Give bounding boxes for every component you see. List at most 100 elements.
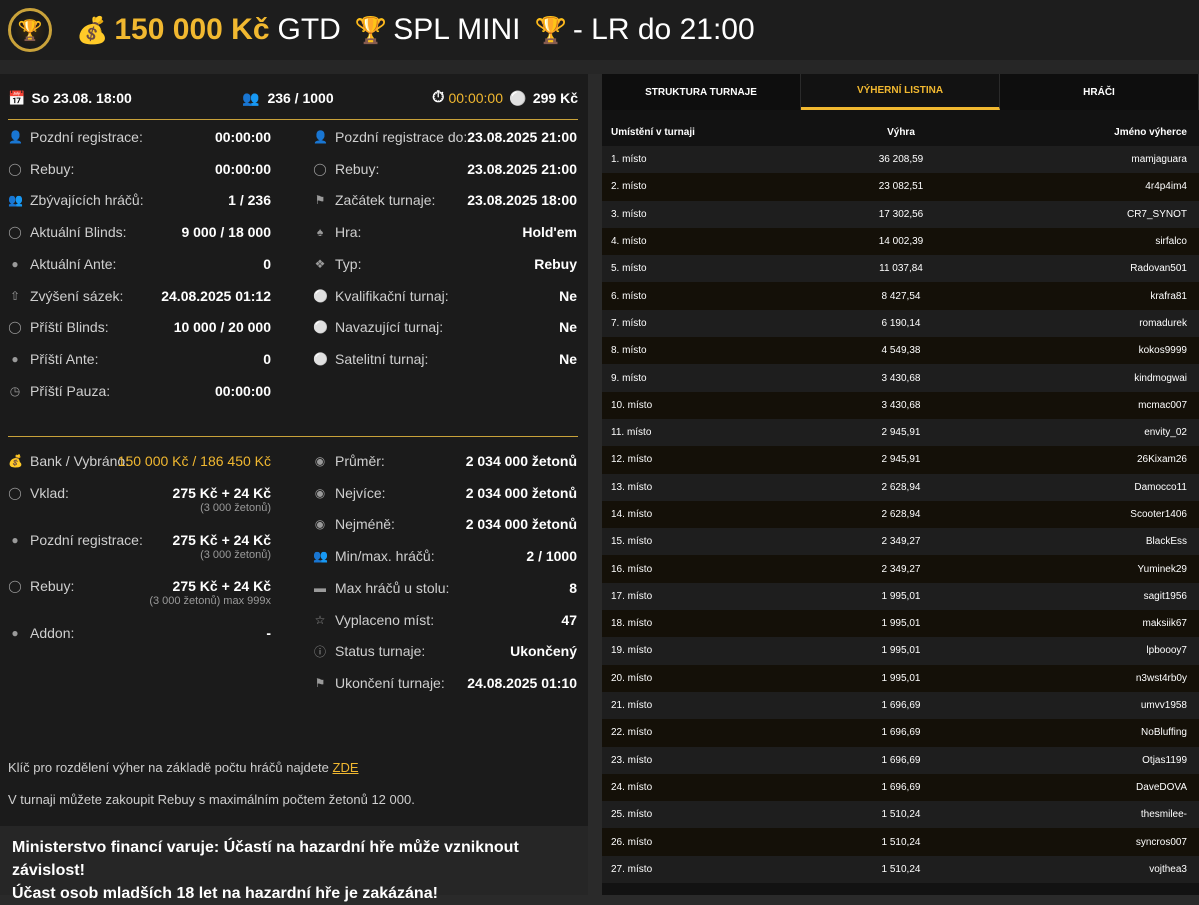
summary-bar: 📅 So 23.08. 18:00 👥 236 / 1000 ⏱ 00:00:0… xyxy=(8,88,578,108)
tab-bar: STRUKTURA TURNAJE VÝHERNÍ LISTINA HRÁČI xyxy=(602,74,1199,110)
title-suffix: - LR do 21:00 xyxy=(572,13,755,46)
date-item: 📅 So 23.08. 18:00 xyxy=(8,90,132,107)
info-value: Hold'em xyxy=(522,224,577,241)
info-label: Zbývajících hráčů: xyxy=(30,192,144,209)
timer-item: ⏱ 00:00:00 xyxy=(432,89,503,107)
payout-key-link[interactable]: ZDE xyxy=(333,760,359,775)
info-row: ◯ Rebuy: 275 Kč + 24 Kč xyxy=(8,576,271,596)
prize-cell: 1 510,24 xyxy=(881,863,921,875)
info-value: 9 000 / 18 000 xyxy=(181,224,271,241)
info-label: Addon: xyxy=(30,625,75,641)
place-cell: 14. místo xyxy=(611,509,653,520)
table-row: 26. místo 1 510,24 syncros007 xyxy=(602,828,1199,856)
place-cell: 1. místo xyxy=(611,154,647,166)
payouts-table-body: 1. místo 36 208,59 mamjaguara 2. místo 23 08… xyxy=(602,146,1199,884)
prize-cell: 1 696,69 xyxy=(881,727,921,739)
info-row: ◯ Rebuy: 00:00:00 xyxy=(8,159,271,179)
prize-cell: 3 430,68 xyxy=(881,399,921,411)
info-value: 0 xyxy=(263,350,271,367)
table-row: 9. místo 3 430,68 kindmogwai xyxy=(602,364,1199,392)
info-row: ◯ Příští Blinds: 10 000 / 20 000 xyxy=(8,317,271,337)
winner-cell: n3wst4rb0y xyxy=(1135,672,1187,684)
buyin-value: 299 Kč xyxy=(532,90,578,106)
col-place-header: Umístění v turnaji xyxy=(611,126,695,138)
info-label: Začátek turnaje: xyxy=(335,192,436,209)
start-date: So 23.08. 18:00 xyxy=(31,90,132,106)
table-row: 19. místo 1 995,01 lpboooy7 xyxy=(602,637,1199,665)
info-value: 24.08.2025 01:12 xyxy=(161,287,271,304)
results-panel: STRUKTURA TURNAJE VÝHERNÍ LISTINA HRÁČI … xyxy=(602,74,1199,895)
header-divider xyxy=(0,60,1199,74)
table-row: 6. místo 8 427,54 krafra81 xyxy=(602,282,1199,310)
winner-cell: Scooter1406 xyxy=(1130,509,1187,520)
prize-cell: 2 945,91 xyxy=(881,427,921,439)
place-cell: 4. místo xyxy=(611,236,647,248)
info-row: 👤 Pozdní registrace do: 23.08.2025 21:00 xyxy=(313,127,577,147)
info-row: ⚪ Kvalifikační turnaj: Ne xyxy=(313,286,577,306)
prize-cell: 4 549,38 xyxy=(881,345,921,357)
prize-cell: 2 945,91 xyxy=(881,454,921,466)
user-icon: 👤 xyxy=(8,130,23,144)
tab-players[interactable]: HRÁČI xyxy=(1000,74,1199,110)
place-cell: 26. místo xyxy=(611,836,653,848)
info-row: 👥 Min/max. hráčů: 2 / 1000 xyxy=(313,546,577,566)
winner-cell: BlackEss xyxy=(1145,536,1187,548)
coin-icon: ● xyxy=(11,533,19,547)
place-cell: 25. místo xyxy=(611,809,653,821)
table-row: 2. místo 23 082,51 4r4p4im4 xyxy=(602,173,1199,201)
table-row: 15. místo 2 349,27 BlackEss xyxy=(602,528,1199,556)
table-row: 4. místo 14 002,39 sirfalco xyxy=(602,227,1199,256)
trophy-icon: 🏆 xyxy=(354,14,388,45)
winner-cell: sagit1956 xyxy=(1143,590,1187,602)
info-value: Ne xyxy=(559,350,577,367)
prize-cell: 1 995,01 xyxy=(881,672,921,684)
table-row: 13. místo 2 628,94 Damocco11 xyxy=(602,473,1199,501)
info-value: 47 xyxy=(561,611,577,628)
tab-payouts[interactable]: VÝHERNÍ LISTINA xyxy=(801,74,1000,110)
table-row: 27. místo 1 510,24 vojthea3 xyxy=(602,855,1199,884)
info-label: Aktuální Ante: xyxy=(30,255,117,272)
info-label: Satelitní turnaj: xyxy=(335,350,429,367)
trophy-logo-icon[interactable]: 🏆 xyxy=(8,8,52,52)
info-label: Nejméně: xyxy=(335,516,395,533)
info-label: Ukončení turnaje: xyxy=(335,674,445,691)
payout-key-note: Klíč pro rozdělení výher na základě počt… xyxy=(8,760,359,775)
table-row: 20. místo 1 995,01 n3wst4rb0y xyxy=(602,664,1199,692)
table-row: 10. místo 3 430,68 mcmac007 xyxy=(602,391,1199,419)
tab-structure[interactable]: STRUKTURA TURNAJE xyxy=(602,74,801,110)
guaranteed-amount: 150 000 Kč xyxy=(114,13,270,46)
place-cell: 12. místo xyxy=(611,454,653,466)
table-row: 23. místo 1 696,69 Otjas1199 xyxy=(602,746,1199,774)
info-row: ◉ Nejméně: 2 034 000 žetonů xyxy=(313,514,577,534)
place-cell: 22. místo xyxy=(611,727,653,739)
info-label: Pozdní registrace: xyxy=(30,129,143,145)
info-label: Příští Pauza: xyxy=(30,382,111,399)
info-value: 23.08.2025 18:00 xyxy=(467,192,577,209)
table-row: 12. místo 2 945,91 26Kixam26 xyxy=(602,446,1199,474)
money-bag-icon: 💰 xyxy=(76,14,109,45)
info-label: Status turnaje: xyxy=(335,643,426,660)
prize-cell: 1 510,24 xyxy=(881,809,921,821)
info-label: Navazující turnaj: xyxy=(335,319,444,336)
users-icon: 👥 xyxy=(8,193,23,208)
table-row: 8. místo 4 549,38 kokos9999 xyxy=(602,337,1199,365)
cards-icon: ♠ xyxy=(316,225,324,240)
winner-cell: envity_02 xyxy=(1144,427,1187,439)
chips-icon: ◯ xyxy=(8,320,22,335)
info-value: 2 034 000 žetonů xyxy=(465,516,577,533)
info-row: ⓘ Status turnaje: Ukončený xyxy=(313,641,577,661)
info-label: Rebuy: xyxy=(335,160,380,177)
calendar-icon: 📅 xyxy=(8,89,26,106)
prize-cell: 8 427,54 xyxy=(881,290,921,302)
table-header: Umístění v turnaji Výhra Jméno výherce xyxy=(602,118,1199,146)
event-name: SPL MINI xyxy=(393,13,521,46)
info-label: Zvýšení sázek: xyxy=(30,287,124,304)
info-value: 00:00:00 xyxy=(214,382,271,399)
table-row: 7. místo 6 190,14 romadurek xyxy=(602,309,1199,338)
info-label: Vklad: xyxy=(30,485,69,501)
place-cell: 16. místo xyxy=(611,563,653,575)
info-value: 275 Kč + 24 Kč xyxy=(172,578,271,594)
info-value: 23.08.2025 21:00 xyxy=(467,160,577,177)
chips-icon: ◯ xyxy=(8,486,22,500)
info-value: 00:00:00 xyxy=(214,160,271,177)
